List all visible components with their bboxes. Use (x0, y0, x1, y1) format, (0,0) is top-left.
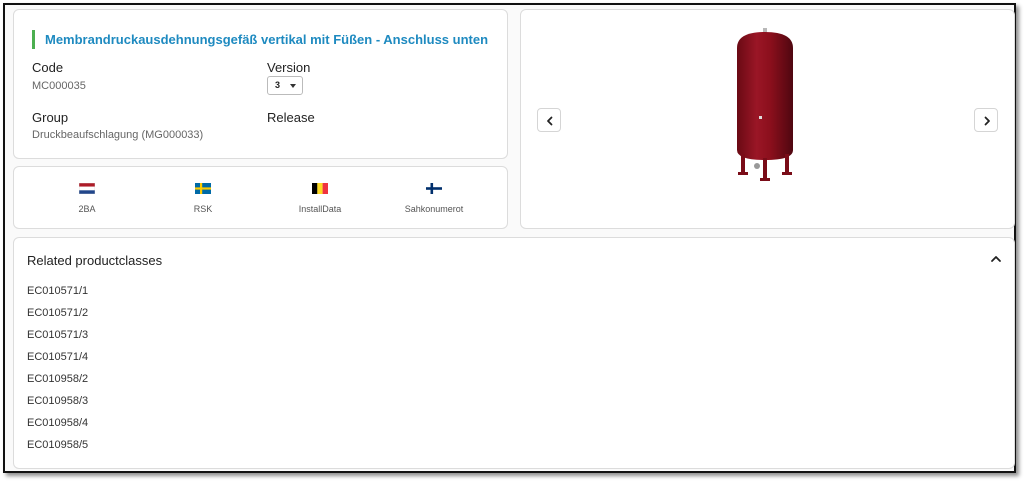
code-system-label: RSK (193, 204, 213, 214)
version-select[interactable]: 3 (267, 76, 303, 95)
code-system-label: InstallData (298, 204, 342, 214)
sweden-flag-icon (195, 183, 211, 194)
previous-image-button[interactable] (537, 108, 561, 132)
chevron-right-icon (984, 116, 990, 126)
finland-flag-icon (426, 183, 442, 194)
list-item[interactable]: EC010571/3 (27, 328, 88, 350)
code-system-label: 2BA (78, 204, 96, 214)
product-title: Membrandruckausdehnungsgefäß vertikal mi… (45, 32, 489, 47)
chevron-up-icon[interactable] (990, 254, 1002, 264)
code-value: MC000035 (32, 80, 86, 92)
code-system-installdata[interactable]: InstallData (265, 183, 375, 214)
next-image-button[interactable] (974, 108, 998, 132)
group-label: Group (32, 110, 69, 125)
page-frame: Membrandruckausdehnungsgefäß vertikal mi… (3, 3, 1016, 473)
list-item[interactable]: EC010958/5 (27, 438, 88, 460)
related-productclasses-card: Related productclasses EC010571/1 EC0105… (13, 237, 1015, 469)
caret-down-icon (290, 84, 296, 88)
related-productclasses-list: EC010571/1 EC010571/2 EC010571/3 EC01057… (27, 284, 88, 460)
red-expansion-vessel-image (737, 28, 793, 181)
product-info-card: Membrandruckausdehnungsgefäß vertikal mi… (13, 9, 508, 159)
code-systems-card: 2BA RSK InstallData Sahkonumerot (13, 166, 508, 229)
list-item[interactable]: EC010571/4 (27, 350, 88, 372)
netherlands-flag-icon (79, 183, 95, 194)
list-item[interactable]: EC010958/4 (27, 416, 88, 438)
chevron-left-icon (547, 116, 553, 126)
release-label: Release (267, 110, 315, 125)
belgium-flag-icon (312, 183, 328, 194)
code-system-label: Sahkonumerot (404, 204, 464, 214)
code-system-2ba[interactable]: 2BA (32, 183, 142, 214)
code-system-rsk[interactable]: RSK (148, 183, 258, 214)
title-accent-bar (32, 30, 35, 49)
version-value: 3 (275, 80, 281, 90)
list-item[interactable]: EC010571/1 (27, 284, 88, 306)
list-item[interactable]: EC010958/3 (27, 394, 88, 416)
list-item[interactable]: EC010571/2 (27, 306, 88, 328)
code-system-sahkonumerot[interactable]: Sahkonumerot (379, 183, 489, 214)
group-value: Druckbeaufschlagung (MG000033) (32, 129, 204, 141)
version-label: Version (267, 60, 311, 75)
image-viewer-card (520, 9, 1015, 229)
list-item[interactable]: EC010958/2 (27, 372, 88, 394)
code-label: Code (32, 60, 64, 75)
related-productclasses-header[interactable]: Related productclasses (27, 253, 162, 268)
